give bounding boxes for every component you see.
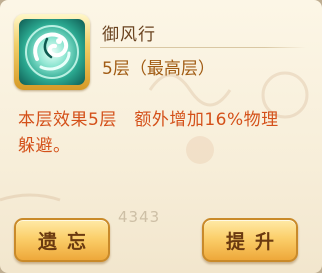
skill-icon-frame[interactable] (14, 14, 90, 90)
upgrade-button[interactable]: 提升 (202, 218, 298, 262)
skill-effect-description: 本层效果5层 额外增加16%物理 躲避。 (18, 107, 308, 159)
background-faded-number: 4343 (118, 208, 161, 226)
forget-button[interactable]: 遗忘 (14, 218, 110, 262)
effect-line-1: 本层效果5层 额外增加16%物理 (18, 110, 279, 130)
wind-swirl-icon (19, 19, 85, 85)
skill-detail-panel: 4343 御风行 5层（最高层） 本层效果5层 额外增加16%物理 躲避。 遗忘… (0, 0, 322, 273)
effect-line-2: 躲避。 (18, 136, 71, 156)
upgrade-button-label: 提升 (225, 230, 284, 253)
skill-level: 5层（最高层） (102, 59, 215, 79)
forget-button-label: 遗忘 (37, 230, 96, 253)
skill-name: 御风行 (102, 25, 156, 45)
header-divider (100, 47, 306, 48)
